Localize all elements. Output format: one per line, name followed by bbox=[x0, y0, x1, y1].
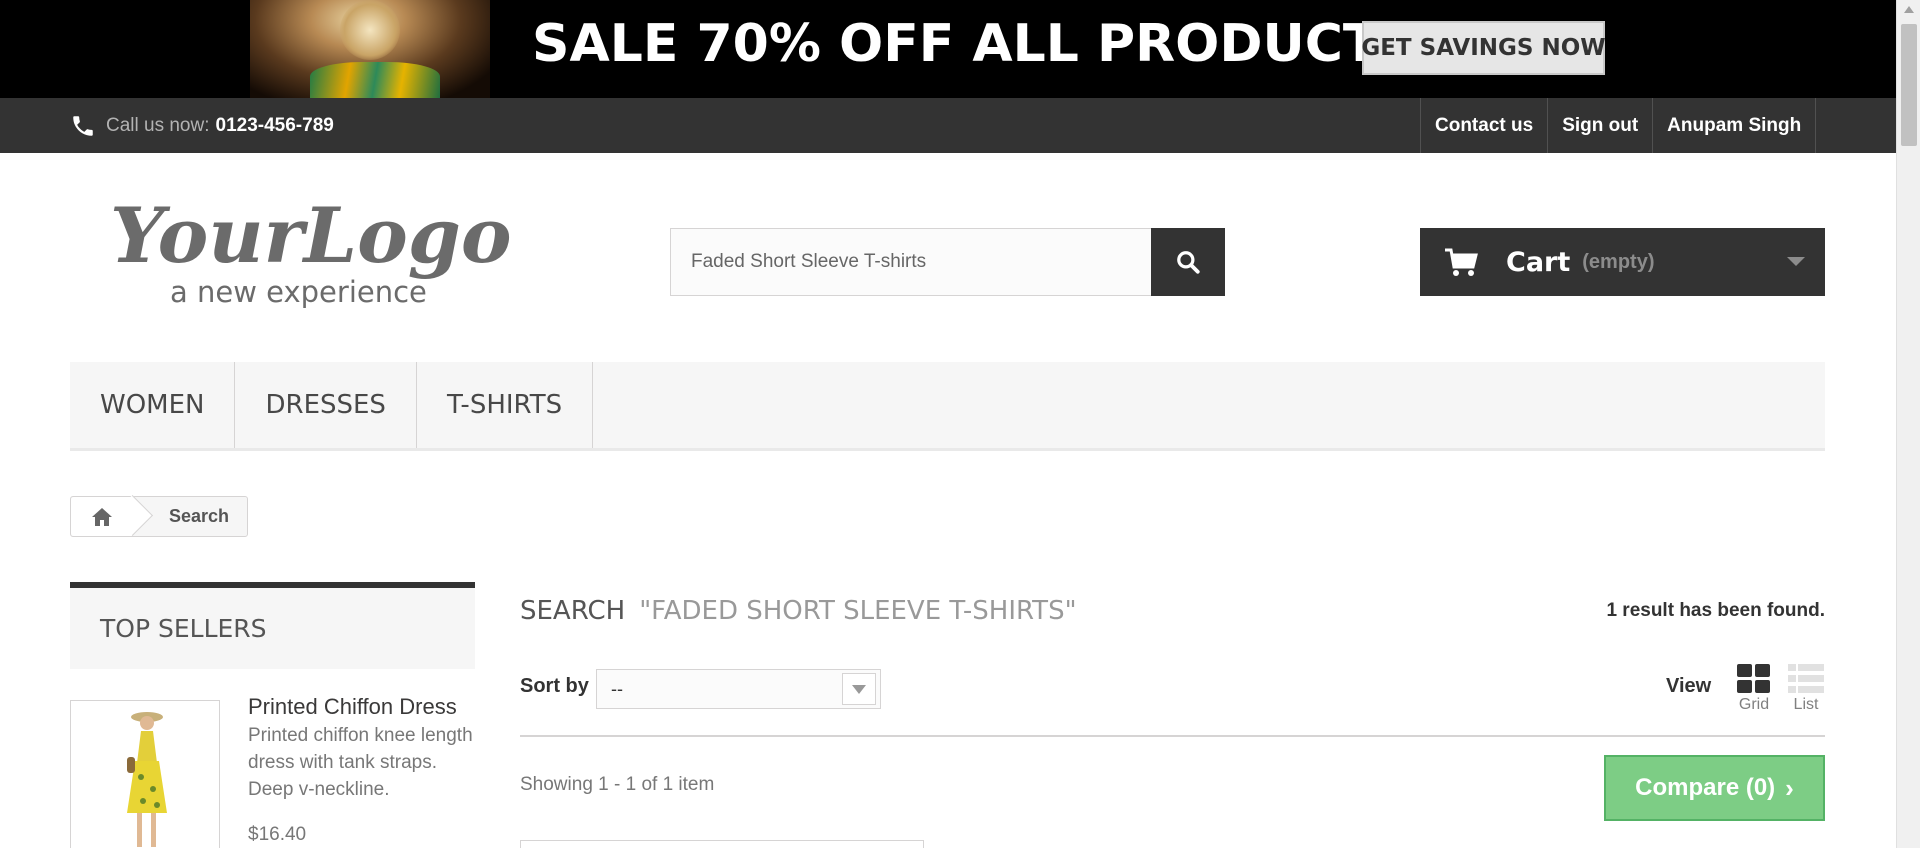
results-count: 1 result has been found. bbox=[1606, 600, 1825, 621]
top-sellers-heading[interactable]: TOP SELLERS bbox=[70, 582, 475, 669]
view-grid-label: Grid bbox=[1738, 696, 1770, 713]
search-input[interactable] bbox=[670, 228, 1151, 296]
search-button[interactable] bbox=[1151, 228, 1225, 296]
sort-label: Sort by bbox=[520, 675, 589, 697]
chevron-right-icon: › bbox=[1785, 772, 1794, 803]
home-icon bbox=[92, 507, 112, 526]
call-us: Call us now: 0123-456-789 bbox=[70, 98, 334, 153]
menu-item-tshirts[interactable]: T-SHIRTS bbox=[417, 362, 594, 448]
breadcrumb: Search bbox=[70, 496, 249, 537]
scrollbar-thumb[interactable] bbox=[1901, 24, 1917, 146]
product-price: $16.40 bbox=[248, 824, 307, 845]
product-thumbnail[interactable] bbox=[70, 700, 220, 848]
view-list-label: List bbox=[1793, 696, 1819, 713]
account-link[interactable]: Anupam Singh bbox=[1652, 98, 1817, 153]
showing-count: Showing 1 - 1 of 1 item bbox=[520, 774, 715, 795]
scroll-up-icon[interactable] bbox=[1904, 6, 1914, 13]
view-grid-button[interactable]: Grid bbox=[1734, 664, 1774, 714]
sign-out-link[interactable]: Sign out bbox=[1547, 98, 1652, 153]
category-menu: WOMEN DRESSES T-SHIRTS bbox=[70, 362, 1825, 451]
chevron-down-icon[interactable] bbox=[842, 673, 876, 705]
svg-text:YourLogo: YourLogo bbox=[110, 191, 512, 280]
sort-select[interactable]: -- bbox=[596, 669, 881, 709]
site-logo[interactable]: YourLogo a new experience bbox=[108, 184, 538, 314]
grid-icon bbox=[1737, 664, 1770, 693]
phone-number: 0123-456-789 bbox=[215, 114, 334, 136]
cart-icon bbox=[1445, 248, 1478, 276]
contact-us-link[interactable]: Contact us bbox=[1420, 98, 1547, 153]
search-icon bbox=[1177, 251, 1200, 274]
phone-icon bbox=[73, 115, 93, 136]
sort-value: -- bbox=[611, 678, 623, 699]
view-label: View bbox=[1666, 675, 1712, 697]
divider bbox=[520, 735, 1825, 737]
banner-model-image bbox=[250, 0, 490, 98]
search-heading: SEARCH bbox=[520, 596, 626, 626]
cart-dropdown[interactable]: Cart (empty) bbox=[1420, 228, 1825, 296]
get-savings-button[interactable]: GET SAVINGS NOW bbox=[1361, 21, 1606, 75]
product-card[interactable] bbox=[520, 840, 924, 848]
compare-button[interactable]: Compare (0) › bbox=[1604, 755, 1825, 821]
chevron-down-icon bbox=[1787, 257, 1805, 266]
cart-label: Cart bbox=[1506, 246, 1571, 278]
list-icon bbox=[1788, 664, 1824, 693]
view-list-button[interactable]: List bbox=[1786, 664, 1826, 714]
top-nav-bar: Call us now: 0123-456-789 Contact us Sig… bbox=[0, 98, 1896, 153]
search-query: "FADED SHORT SLEEVE T-SHIRTS" bbox=[639, 596, 1077, 626]
product-name[interactable]: Printed Chiffon Dress bbox=[248, 694, 457, 720]
banner-title: SALE 70% OFF ALL PRODUCTS bbox=[532, 14, 1416, 74]
menu-item-women[interactable]: WOMEN bbox=[70, 362, 236, 448]
call-label: Call us now: bbox=[106, 114, 210, 136]
search-bar bbox=[670, 228, 1225, 296]
menu-item-dresses[interactable]: DRESSES bbox=[235, 362, 417, 448]
breadcrumb-home[interactable] bbox=[71, 497, 133, 536]
page-title: SEARCH "FADED SHORT SLEEVE T-SHIRTS" bbox=[520, 596, 1077, 626]
compare-label: Compare (0) bbox=[1635, 774, 1776, 801]
svg-text:a new experience: a new experience bbox=[170, 275, 427, 309]
cart-status: (empty) bbox=[1582, 250, 1655, 273]
product-description: Printed chiffon knee length dress with t… bbox=[248, 725, 473, 800]
promo-banner[interactable]: SALE 70% OFF ALL PRODUCTS GET SAVINGS NO… bbox=[0, 0, 1896, 98]
scrollbar[interactable] bbox=[1896, 0, 1920, 848]
